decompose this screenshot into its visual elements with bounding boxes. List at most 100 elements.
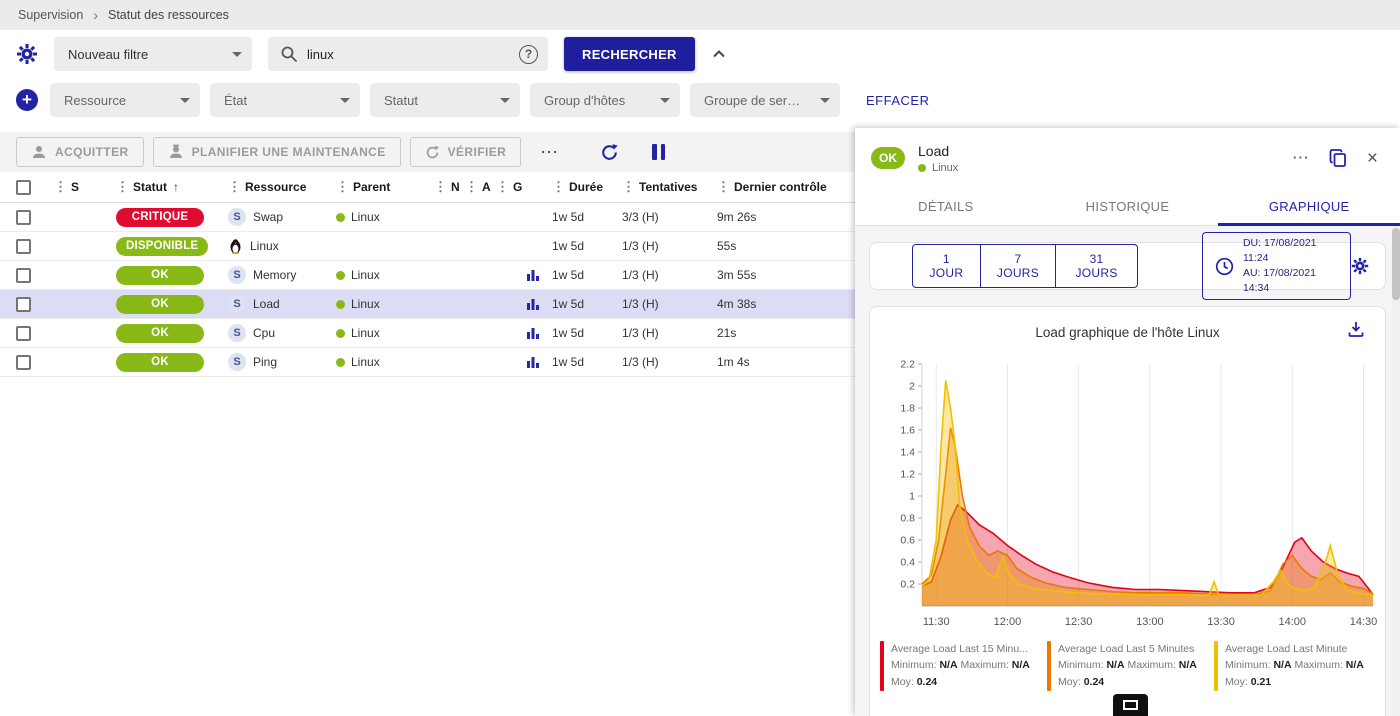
tab-details[interactable]: DÉTAILS <box>855 188 1037 225</box>
column-header-g[interactable]: ⋮ G <box>496 179 526 195</box>
column-header-n[interactable]: ⋮ N <box>434 179 465 195</box>
table-row[interactable]: DISPONIBLE Linux 1w 5d 1/3 (H) 55s <box>0 232 855 261</box>
search-button[interactable]: RECHERCHER <box>564 37 695 71</box>
column-grip-icon[interactable]: ⋮ <box>54 179 67 195</box>
column-grip-icon[interactable]: ⋮ <box>465 179 478 195</box>
filter-preset-select[interactable]: Nouveau filtre <box>54 37 252 71</box>
screencast-indicator <box>1113 694 1148 716</box>
breadcrumb-item-supervision[interactable]: Supervision <box>18 8 83 22</box>
check-button[interactable]: VÉRIFIER <box>410 137 522 167</box>
svg-text:0.6: 0.6 <box>900 535 915 547</box>
legend-item[interactable]: Average Load Last 15 Minu... Minimum: N/… <box>880 641 1041 691</box>
legend-item[interactable]: Average Load Last Minute Minimum: N/A Ma… <box>1214 641 1375 691</box>
row-checkbox[interactable] <box>16 355 31 370</box>
graph-icon[interactable] <box>526 355 540 369</box>
table-row[interactable]: CRITIQUE S Swap Linux 1w 5d 3/3 (H) 9m 2… <box>0 203 855 232</box>
svg-text:0.4: 0.4 <box>900 557 915 569</box>
row-checkbox[interactable] <box>16 326 31 341</box>
range-31-days-button[interactable]: 31 JOURS <box>1056 244 1138 288</box>
panel-more-icon[interactable]: ⋯ <box>1292 148 1309 168</box>
filter-status-select[interactable]: Statut <box>370 83 520 117</box>
breadcrumb-item-resource-status[interactable]: Statut des ressources <box>108 8 229 22</box>
chevron-down-icon <box>232 52 242 57</box>
legend-item[interactable]: Average Load Last 5 Minutes Minimum: N/A… <box>1047 641 1208 691</box>
range-7-days-button[interactable]: 7 JOURS <box>981 244 1056 288</box>
resource-name[interactable]: Memory <box>253 268 296 282</box>
parent-name[interactable]: Linux <box>351 210 380 224</box>
scrollbar-thumb[interactable] <box>1392 228 1400 300</box>
copy-link-icon[interactable] <box>1329 149 1347 167</box>
select-all-checkbox[interactable] <box>16 180 31 195</box>
panel-scrollbar[interactable] <box>1392 226 1400 716</box>
graph-settings-gear-icon[interactable] <box>1351 257 1369 275</box>
filter-servicegroup-select[interactable]: Groupe de ser… <box>690 83 840 117</box>
column-header-tries[interactable]: ⋮ Tentatives <box>622 179 717 195</box>
column-grip-icon[interactable]: ⋮ <box>116 179 129 195</box>
table-row[interactable]: OK S Memory Linux 1w 5d 1/3 (H) 3m 55s <box>0 261 855 290</box>
row-checkbox[interactable] <box>16 239 31 254</box>
tab-history[interactable]: HISTORIQUE <box>1037 188 1219 225</box>
table-toolbar: ACQUITTER PLANIFIER UNE MAINTENANCE VÉRI… <box>0 132 855 172</box>
filter-resource-select[interactable]: Ressource <box>50 83 200 117</box>
search-value[interactable]: linux <box>307 47 510 62</box>
resource-name[interactable]: Swap <box>253 210 283 224</box>
person-icon <box>31 144 47 160</box>
column-header-a[interactable]: ⋮ A <box>465 179 496 195</box>
parent-name[interactable]: Linux <box>351 326 380 340</box>
column-header-duration[interactable]: ⋮ Durée <box>552 179 622 195</box>
tab-graph[interactable]: GRAPHIQUE <box>1218 188 1400 225</box>
column-header-resource[interactable]: ⋮ Ressource <box>228 179 336 195</box>
column-grip-icon[interactable]: ⋮ <box>622 179 635 195</box>
filter-hostgroup-select[interactable]: Group d'hôtes <box>530 83 680 117</box>
more-actions-button[interactable]: ⋯ <box>530 142 569 163</box>
row-checkbox[interactable] <box>16 268 31 283</box>
status-badge: OK <box>116 295 204 314</box>
graph-icon[interactable] <box>526 297 540 311</box>
column-grip-icon[interactable]: ⋮ <box>717 179 730 195</box>
collapse-filters-chevron-up-icon[interactable] <box>711 46 727 62</box>
panel-host-name[interactable]: Linux <box>932 162 958 174</box>
load-chart-area[interactable]: 11:3012:0012:3013:0013:3014:0014:300.20.… <box>878 352 1377 637</box>
parent-name[interactable]: Linux <box>351 268 380 282</box>
column-header-last-check[interactable]: ⋮ Dernier contrôle <box>717 179 855 195</box>
schedule-maintenance-button[interactable]: PLANIFIER UNE MAINTENANCE <box>153 137 401 167</box>
time-range-button-group: 1 JOUR 7 JOURS 31 JOURS <box>912 244 1138 288</box>
column-grip-icon[interactable]: ⋮ <box>434 179 447 195</box>
close-panel-icon[interactable]: × <box>1367 149 1378 168</box>
column-grip-icon[interactable]: ⋮ <box>228 179 241 195</box>
row-checkbox[interactable] <box>16 297 31 312</box>
resource-name[interactable]: Load <box>253 297 280 311</box>
custom-date-range[interactable]: DU: 17/08/2021 11:24 AU: 17/08/2021 14:3… <box>1202 232 1351 301</box>
range-1-day-button[interactable]: 1 JOUR <box>912 244 981 288</box>
column-header-status[interactable]: ⋮ Statut ↑ <box>116 179 228 195</box>
parent-name[interactable]: Linux <box>351 355 380 369</box>
row-checkbox[interactable] <box>16 210 31 225</box>
acknowledge-button[interactable]: ACQUITTER <box>16 137 144 167</box>
filter-state-select[interactable]: État <box>210 83 360 117</box>
clear-filters-button[interactable]: EFFACER <box>866 93 929 108</box>
column-grip-icon[interactable]: ⋮ <box>496 179 509 195</box>
legend-color-bar <box>880 641 884 691</box>
search-help-icon[interactable]: ? <box>519 45 538 64</box>
resource-name[interactable]: Cpu <box>253 326 275 340</box>
service-icon: S <box>228 208 246 226</box>
graph-icon[interactable] <box>526 268 540 282</box>
table-row[interactable]: OK S Ping Linux 1w 5d 1/3 (H) 1m 4s <box>0 348 855 377</box>
search-input[interactable]: linux ? <box>268 37 548 71</box>
refresh-icon[interactable] <box>592 143 627 162</box>
resource-name[interactable]: Ping <box>253 355 277 369</box>
parent-name[interactable]: Linux <box>351 297 380 311</box>
filter-settings-gear-icon[interactable] <box>16 43 38 65</box>
add-criteria-button[interactable]: + <box>16 89 38 111</box>
column-grip-icon[interactable]: ⋮ <box>552 179 565 195</box>
column-grip-icon[interactable]: ⋮ <box>336 179 349 195</box>
table-row[interactable]: OK S Load Linux 1w 5d 1/3 (H) 4m 38s <box>0 290 855 319</box>
table-row[interactable]: OK S Cpu Linux 1w 5d 1/3 (H) 21s <box>0 319 855 348</box>
graph-icon[interactable] <box>526 326 540 340</box>
column-header-severity[interactable]: ⋮ S <box>54 179 116 195</box>
pause-icon[interactable] <box>644 144 673 160</box>
svg-text:1.2: 1.2 <box>900 469 915 481</box>
resource-name[interactable]: Linux <box>250 239 279 253</box>
column-header-parent[interactable]: ⋮ Parent <box>336 179 434 195</box>
download-icon[interactable] <box>1347 320 1365 338</box>
